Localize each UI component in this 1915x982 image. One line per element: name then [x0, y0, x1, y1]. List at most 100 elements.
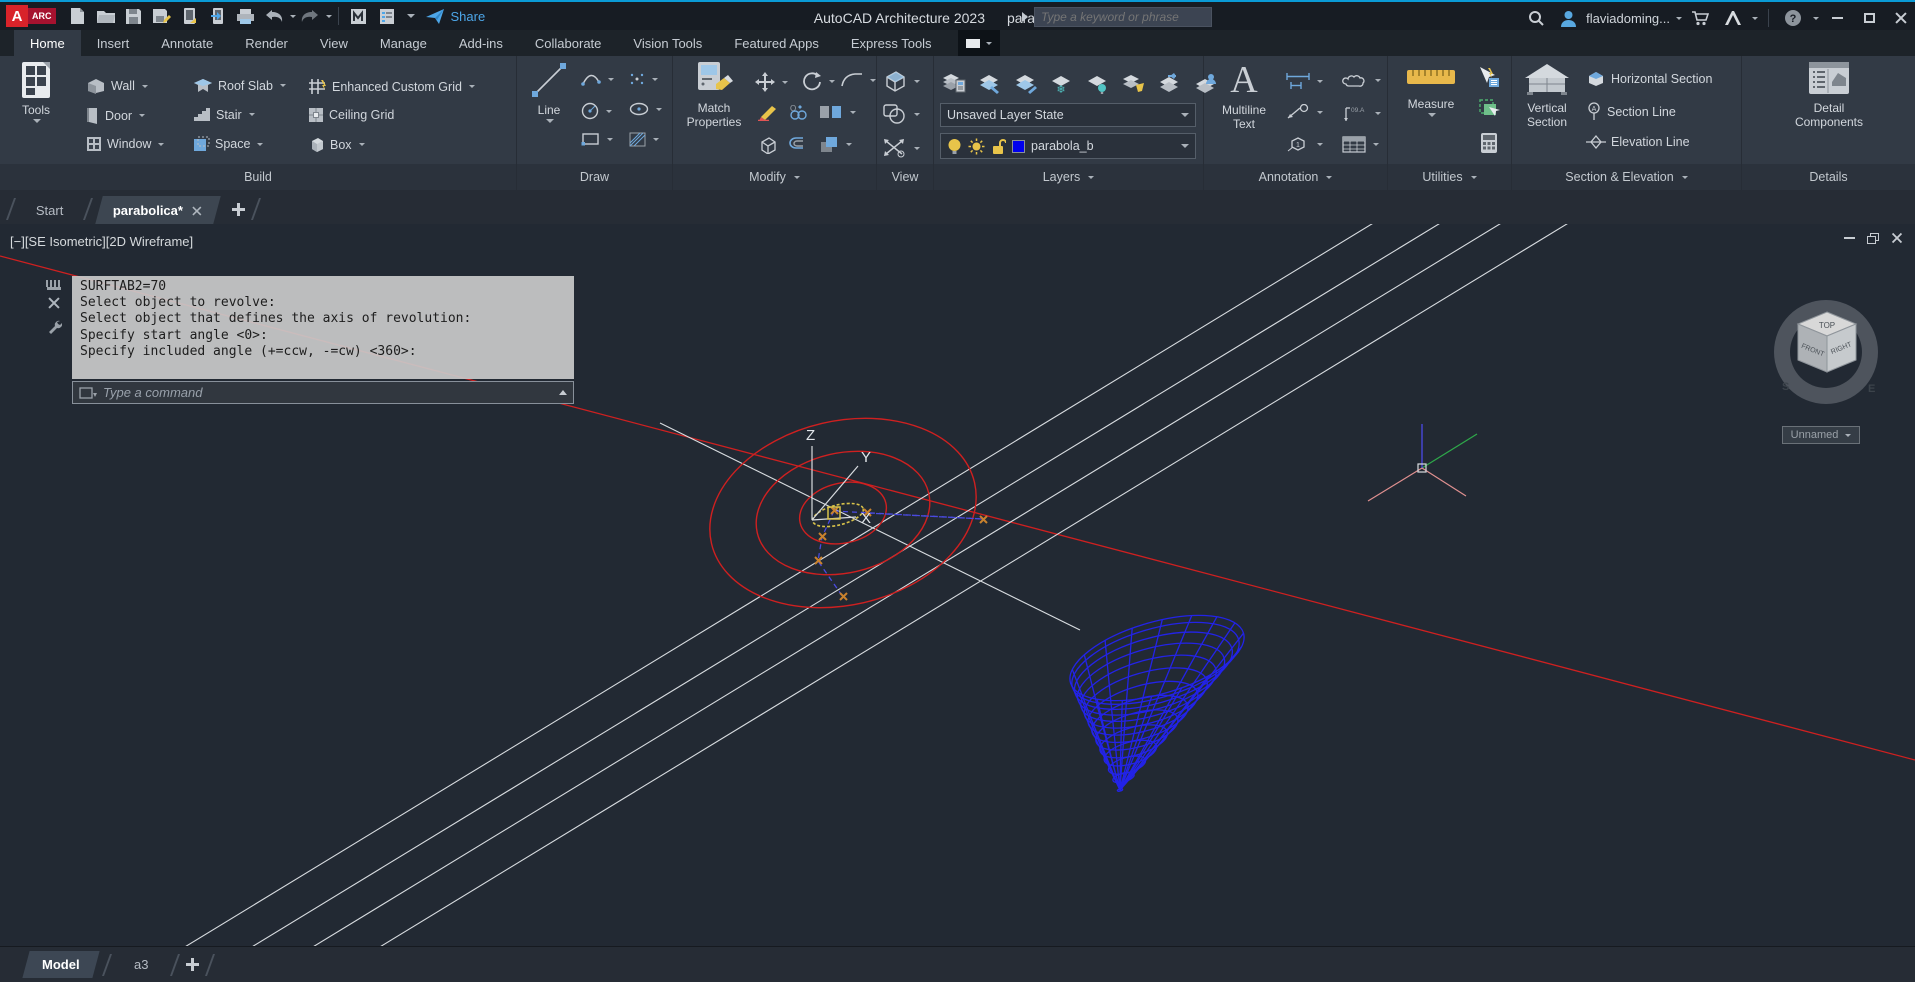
viewcube-wcs-menu[interactable]: Unnamed — [1782, 426, 1860, 444]
viewcube-top-face[interactable]: TOP — [1819, 321, 1835, 330]
share-icon[interactable] — [422, 5, 448, 27]
tab-express-tools[interactable]: Express Tools — [835, 30, 948, 56]
layer-sun-icon[interactable] — [968, 138, 985, 155]
viewcube-south[interactable]: S — [1782, 381, 1789, 393]
ribbon-display-toggle[interactable] — [957, 30, 1000, 56]
layer-combo[interactable]: parabola_b — [940, 133, 1196, 159]
tag-button[interactable]: 1 — [1286, 136, 1323, 153]
new-file-icon[interactable] — [65, 5, 91, 27]
close-button[interactable] — [1887, 6, 1915, 30]
tab-collaborate[interactable]: Collaborate — [519, 30, 618, 56]
extrude-button[interactable] — [757, 136, 777, 154]
help-icon[interactable]: ? — [1779, 6, 1807, 30]
command-expand-icon[interactable] — [559, 390, 567, 395]
measure-button[interactable]: Measure — [1398, 60, 1464, 117]
panel-label-layers[interactable]: Layers — [934, 164, 1203, 190]
enhanced-custom-grid-button[interactable]: Enhanced Custom Grid — [308, 78, 475, 95]
detail-components-button[interactable]: Detail Components — [1794, 60, 1864, 129]
viewport-minimize-icon[interactable] — [1844, 237, 1855, 239]
autodesk-logo-icon[interactable] — [1718, 6, 1746, 30]
file-tab-parabolica[interactable]: parabolica* — [95, 196, 222, 224]
redo-dropdown-icon[interactable] — [325, 14, 332, 18]
viewport-restore-icon[interactable] — [1867, 232, 1879, 244]
panel-label-view[interactable]: View — [877, 164, 933, 190]
section-line-button[interactable]: A Section Line — [1586, 102, 1676, 121]
erase-button[interactable] — [757, 104, 779, 121]
panel-label-utilities[interactable]: Utilities — [1388, 164, 1511, 190]
minimize-button[interactable] — [1823, 6, 1851, 30]
table-button[interactable] — [1342, 136, 1379, 153]
autodesk-dropdown-icon[interactable] — [1752, 16, 1758, 20]
match-properties-button[interactable]: Match Properties — [681, 60, 747, 129]
layer-previous-icon[interactable] — [1158, 72, 1182, 94]
elevation-line-button[interactable]: Elevation Line — [1586, 134, 1690, 150]
layout-tab-a3[interactable]: a3 — [114, 951, 168, 978]
layer-unlock-icon[interactable] — [991, 138, 1006, 155]
ceiling-grid-button[interactable]: Ceiling Grid — [308, 107, 394, 123]
roof-slab-button[interactable]: Roof Slab — [193, 78, 286, 93]
stair-button[interactable]: Stair — [193, 107, 255, 122]
qat-customize-dropdown-icon[interactable] — [406, 14, 415, 18]
viewcube[interactable]: S E TOP FRONT RIGHT — [1774, 300, 1878, 404]
tab-featured-apps[interactable]: Featured Apps — [718, 30, 835, 56]
save-to-web-mobile-icon[interactable] — [205, 5, 231, 27]
ellipse-button[interactable] — [629, 102, 662, 116]
box-button[interactable]: Box — [308, 136, 365, 153]
signed-in-user[interactable]: flaviadoming... — [1586, 11, 1670, 26]
user-avatar-icon[interactable] — [1554, 6, 1582, 30]
tab-annotate[interactable]: Annotate — [145, 30, 229, 56]
quick-select-button[interactable] — [1476, 66, 1500, 88]
model-viewport[interactable]: Z Y X S E TOP FRONT RIGHT [−][SE Isometr… — [0, 224, 1915, 946]
offset-button[interactable] — [787, 136, 807, 150]
panel-label-annotation[interactable]: Annotation — [1204, 164, 1387, 190]
viewport-close-icon[interactable] — [1892, 233, 1903, 244]
new-file-tab-button[interactable] — [231, 203, 245, 216]
save-as-icon[interactable] — [149, 5, 175, 27]
layer-state-combo[interactable]: Unsaved Layer State — [940, 103, 1196, 127]
layer-color-swatch[interactable] — [1012, 139, 1025, 153]
sheet-set-manager-icon[interactable] — [374, 5, 400, 27]
rectangle-button[interactable] — [581, 132, 613, 146]
panel-label-build[interactable]: Build — [0, 164, 516, 190]
palette-customize-icon[interactable] — [47, 319, 62, 334]
panel-label-draw[interactable]: Draw — [517, 164, 672, 190]
undo-dropdown-icon[interactable] — [289, 14, 296, 18]
layer-bulb-icon[interactable] — [947, 138, 962, 155]
search-input[interactable] — [1034, 7, 1212, 27]
command-prompt-icon[interactable] — [79, 386, 97, 399]
new-layout-button[interactable] — [186, 958, 200, 971]
wall-button[interactable]: Wall — [86, 78, 148, 94]
share-button[interactable]: Share — [451, 9, 486, 24]
line-button[interactable]: Line — [523, 60, 575, 123]
panel-label-details[interactable]: Details — [1742, 164, 1915, 190]
arc-button[interactable] — [581, 72, 614, 86]
view-arrows-button[interactable] — [883, 138, 920, 158]
layer-off-icon[interactable] — [978, 72, 1002, 94]
view-box-button[interactable] — [883, 70, 920, 92]
annotative-scale-button[interactable]: 09.A — [1342, 104, 1381, 122]
vertical-section-button[interactable]: Vertical Section — [1516, 60, 1578, 129]
tab-render[interactable]: Render — [229, 30, 304, 56]
window-button[interactable]: Window — [86, 136, 165, 152]
model-tab[interactable]: Model — [22, 951, 100, 978]
point-button[interactable] — [629, 72, 658, 86]
layer-freeze-icon[interactable]: ❄ — [1050, 72, 1074, 94]
calculator-button[interactable] — [1480, 132, 1498, 154]
door-button[interactable]: Door — [86, 107, 146, 124]
search-icon[interactable] — [1522, 6, 1550, 30]
multiline-text-button[interactable]: A Multiline Text — [1212, 60, 1276, 131]
fillet-button[interactable] — [841, 72, 876, 88]
open-folder-icon[interactable] — [93, 5, 119, 27]
layer-properties-icon[interactable] — [942, 72, 966, 94]
user-dropdown-icon[interactable] — [1676, 16, 1682, 20]
circle-button[interactable] — [581, 102, 612, 120]
close-file-tab-icon[interactable] — [193, 205, 203, 215]
help-dropdown-icon[interactable] — [1813, 16, 1819, 20]
tab-insert[interactable]: Insert — [81, 30, 146, 56]
redo-icon[interactable] — [297, 5, 323, 27]
copy-button[interactable]: O — [789, 104, 811, 120]
viewport-controls-label[interactable]: [−][SE Isometric][2D Wireframe] — [10, 234, 193, 249]
tab-home[interactable]: Home — [14, 30, 81, 56]
undo-icon[interactable] — [261, 5, 287, 27]
file-tab-start[interactable]: Start — [18, 196, 81, 224]
